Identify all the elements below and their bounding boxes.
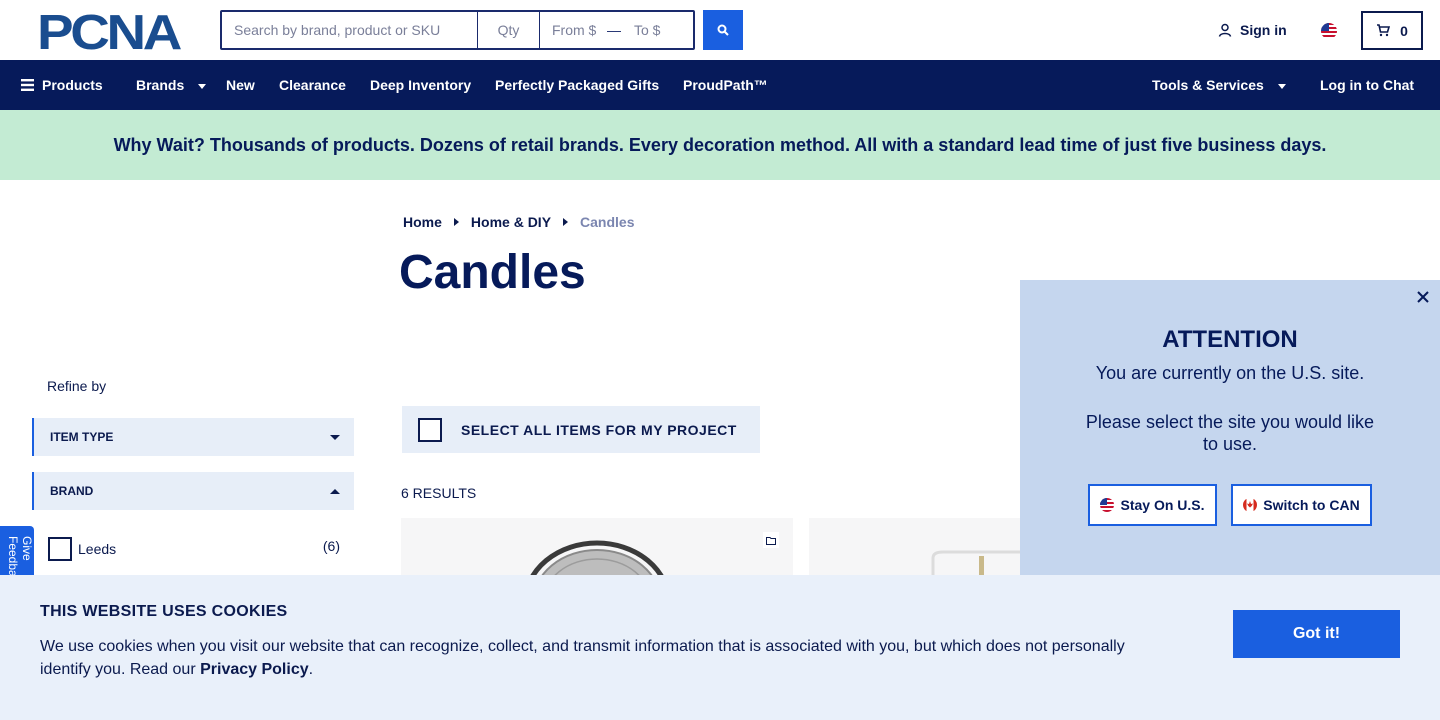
search-input[interactable] (222, 12, 478, 48)
user-icon (1218, 23, 1232, 37)
select-all-items[interactable]: SELECT ALL ITEMS FOR MY PROJECT (402, 406, 760, 453)
nav-products-label: Products (42, 77, 103, 93)
nav-clearance-label: Clearance (279, 77, 346, 93)
nav-deep-inventory-label: Deep Inventory (370, 77, 472, 93)
main-nav: Products Brands New Clearance Deep Inven… (0, 60, 1440, 110)
chevron-right-icon (453, 218, 459, 226)
chevron-up-icon (330, 488, 340, 494)
canada-flag-icon (1243, 498, 1258, 512)
brand-option-count: (6) (322, 538, 340, 554)
chevron-down-icon (1277, 83, 1286, 89)
nav-login-chat-label: Log in to Chat (1320, 77, 1415, 93)
price-from-input[interactable] (540, 12, 604, 48)
us-flag-icon (1100, 498, 1115, 512)
site-selector-popup: ATTENTION You are currently on the U.S. … (1020, 280, 1440, 575)
cookie-title: THIS WEBSITE USES COOKIES (40, 603, 288, 620)
privacy-policy-link[interactable]: Privacy Policy (200, 661, 309, 678)
nav-proudpath[interactable]: ProudPath™ (683, 60, 768, 110)
nav-packaged-gifts[interactable]: Perfectly Packaged Gifts (495, 60, 659, 110)
search-button[interactable] (703, 10, 743, 50)
chevron-right-icon (563, 218, 569, 226)
site-header: PCNA — Sign in 0 (0, 0, 1440, 60)
nav-new[interactable]: New (226, 60, 255, 110)
brand-option-leeds[interactable]: Leeds (6) (48, 536, 340, 562)
popup-title: ATTENTION (1162, 326, 1298, 353)
search-icon (717, 24, 729, 36)
refine-by-label: Refine by (47, 378, 107, 394)
popup-message-current: You are currently on the U.S. site. (1095, 363, 1365, 383)
brand-option-label: Leeds (78, 541, 117, 557)
cookie-banner: THIS WEBSITE USES COOKIES We use cookies… (0, 575, 1440, 720)
results-count: 6 RESULTS (401, 485, 477, 501)
compare-icon[interactable] (763, 532, 779, 548)
nav-deep-inventory[interactable]: Deep Inventory (370, 60, 471, 110)
brand-checkbox[interactable] (48, 537, 72, 561)
promo-banner-text: Why Wait? Thousands of products. Dozens … (113, 134, 1327, 155)
nav-brands-label: Brands (136, 77, 185, 93)
pcna-logo[interactable]: PCNA (37, 12, 184, 50)
page-title: Candles (399, 246, 586, 299)
cart-count: 0 (1400, 22, 1408, 39)
menu-icon (21, 79, 34, 91)
stay-us-label: Stay On U.S. (1120, 497, 1205, 513)
switch-can-button[interactable]: Switch to CAN (1231, 484, 1372, 526)
breadcrumb: Home Home & DIY Candles (403, 214, 635, 230)
cookie-accept-button[interactable]: Got it! (1233, 610, 1400, 658)
us-flag-icon[interactable] (1321, 23, 1337, 39)
stay-us-button[interactable]: Stay On U.S. (1088, 484, 1217, 526)
nav-clearance[interactable]: Clearance (279, 60, 346, 110)
breadcrumb-home-diy[interactable]: Home & DIY (471, 214, 551, 230)
select-all-label: SELECT ALL ITEMS FOR MY PROJECT (461, 421, 737, 438)
cart-button[interactable]: 0 (1361, 11, 1423, 50)
nav-packaged-gifts-label: Perfectly Packaged Gifts (495, 77, 660, 93)
facet-item-type[interactable]: ITEM TYPE (32, 418, 354, 456)
nav-products[interactable]: Products (21, 60, 103, 110)
promo-banner: Why Wait? Thousands of products. Dozens … (0, 110, 1440, 180)
svg-text:PCNA: PCNA (37, 12, 182, 50)
nav-tools-services-label: Tools & Services (1152, 77, 1264, 93)
switch-can-label: Switch to CAN (1263, 497, 1360, 513)
facet-brand-label: BRAND (50, 484, 94, 498)
chevron-down-icon (330, 434, 340, 440)
nav-new-label: New (226, 77, 255, 93)
nav-tools-services[interactable]: Tools & Services (1152, 60, 1286, 110)
breadcrumb-home[interactable]: Home (403, 214, 442, 230)
cookie-message: We use cookies when you visit our websit… (40, 635, 1150, 681)
facet-brand[interactable]: BRAND (32, 472, 354, 510)
qty-input[interactable] (478, 12, 540, 48)
nav-login-chat[interactable]: Log in to Chat (1320, 60, 1414, 110)
popup-message-select: Please select the site you would like to… (1085, 412, 1375, 454)
cart-icon (1377, 24, 1391, 37)
sign-in-link[interactable]: Sign in (1218, 22, 1287, 38)
cookie-message-suffix: . (308, 661, 314, 678)
breadcrumb-current: Candles (580, 214, 635, 230)
nav-brands[interactable]: Brands (136, 60, 207, 110)
close-icon[interactable] (1416, 290, 1430, 304)
sign-in-label: Sign in (1240, 22, 1287, 38)
price-range-dash: — (607, 22, 621, 38)
select-all-checkbox[interactable] (418, 417, 442, 442)
facet-item-type-label: ITEM TYPE (50, 430, 114, 444)
chevron-down-icon (198, 83, 207, 89)
price-to-input[interactable] (624, 12, 690, 48)
search-box: — (220, 10, 695, 50)
nav-proudpath-label: ProudPath™ (683, 77, 768, 93)
